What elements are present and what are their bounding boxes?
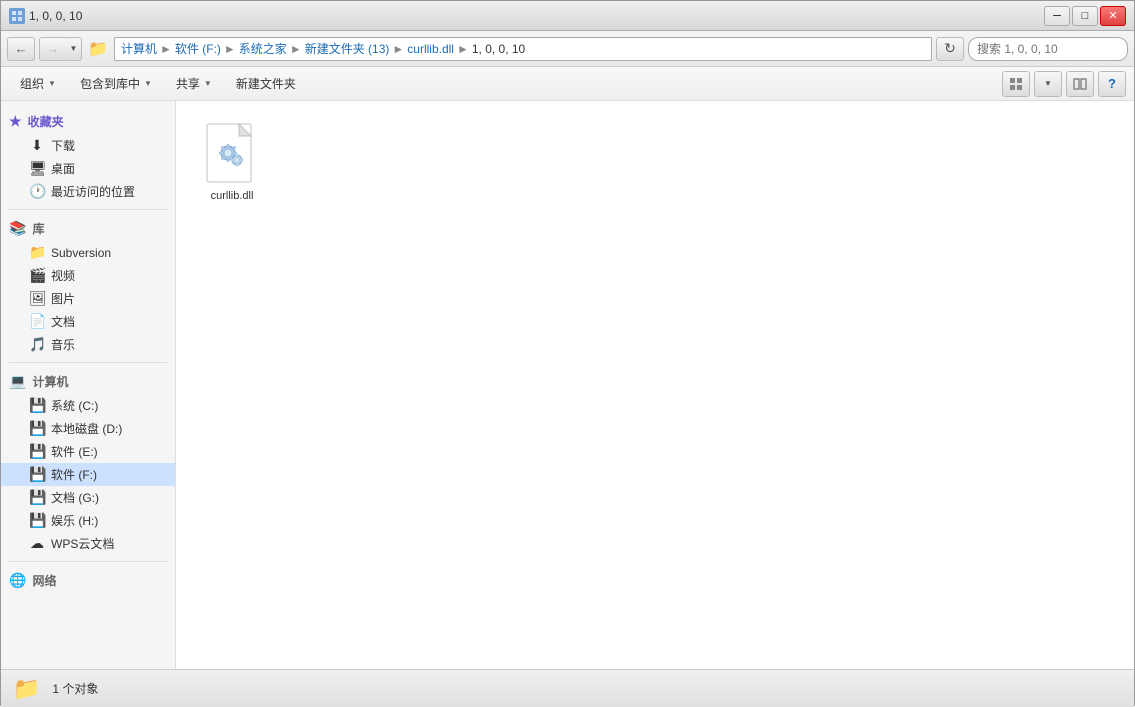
- organize-button[interactable]: 组织 ▼: [9, 71, 67, 97]
- window-icon: [9, 8, 25, 24]
- recent-icon: 🕐: [29, 183, 45, 200]
- share-button[interactable]: 共享 ▼: [165, 71, 223, 97]
- back-button[interactable]: ←: [7, 37, 35, 61]
- drive-c-icon: 💾: [29, 397, 45, 414]
- nav-dropdown[interactable]: ▼: [66, 37, 82, 61]
- sidebar-item-desktop[interactable]: 🖥 桌面: [1, 157, 175, 180]
- library-header[interactable]: 📚 库: [1, 216, 175, 241]
- toolbar: 组织 ▼ 包含到库中 ▼ 共享 ▼ 新建文件夹 ▼ ?: [1, 67, 1134, 101]
- video-icon: 🎬: [29, 267, 45, 284]
- computer-header[interactable]: 💻 计算机: [1, 369, 175, 394]
- download-icon: ⬇: [29, 137, 45, 154]
- sidebar-item-c[interactable]: 💾 系统 (C:): [1, 394, 175, 417]
- music-icon: 🎵: [29, 336, 45, 353]
- sep1: ►: [160, 42, 172, 56]
- title-text: 1, 0, 0, 10: [29, 9, 82, 23]
- wps-icon: ☁: [29, 535, 45, 552]
- sidebar-item-f[interactable]: 💾 软件 (F:): [1, 463, 175, 486]
- subversion-icon: 📁: [29, 244, 45, 261]
- include-library-button[interactable]: 包含到库中 ▼: [69, 71, 163, 97]
- status-count: 1 个对象: [52, 680, 98, 697]
- sidebar-item-music[interactable]: 🎵 音乐: [1, 333, 175, 356]
- sidebar-item-pictures[interactable]: 🖼 图片: [1, 287, 175, 310]
- breadcrumb-drive[interactable]: 软件 (F:): [175, 40, 221, 57]
- new-folder-button[interactable]: 新建文件夹: [225, 71, 307, 97]
- file-icon-wrapper: [202, 121, 262, 186]
- view-dropdown[interactable]: ▼: [1034, 71, 1062, 97]
- breadcrumb-file[interactable]: curllib.dll: [407, 42, 454, 56]
- divider1: [9, 209, 167, 210]
- favorites-header[interactable]: ★ 收藏夹: [1, 109, 175, 134]
- sep5: ►: [457, 42, 469, 56]
- computer-section: 💻 计算机 💾 系统 (C:) 💾 本地磁盘 (D:) 💾 软件 (E:) 💾 …: [1, 369, 175, 555]
- forward-button[interactable]: →: [39, 37, 67, 61]
- sidebar-item-d[interactable]: 💾 本地磁盘 (D:): [1, 417, 175, 440]
- toolbar-right: ▼ ?: [1002, 71, 1126, 97]
- breadcrumb-folder1[interactable]: 系统之家: [239, 40, 287, 57]
- computer-icon: 💻: [9, 373, 26, 390]
- drive-g-icon: 💾: [29, 489, 45, 506]
- status-folder-icon: 📁: [13, 676, 40, 702]
- sidebar-item-recent[interactable]: 🕐 最近访问的位置: [1, 180, 175, 203]
- library-section: 📚 库 📁 Subversion 🎬 视频 🖼 图片 📄 文档 🎵 音乐: [1, 216, 175, 356]
- sidebar-item-video[interactable]: 🎬 视频: [1, 264, 175, 287]
- drive-f-icon: 💾: [29, 466, 45, 483]
- sidebar-item-e[interactable]: 💾 软件 (E:): [1, 440, 175, 463]
- drive-h-icon: 💾: [29, 512, 45, 529]
- library-icon: 📚: [9, 220, 26, 237]
- minimize-button[interactable]: ─: [1044, 6, 1070, 26]
- help-button[interactable]: ?: [1098, 71, 1126, 97]
- breadcrumb-bar: 计算机 ► 软件 (F:) ► 系统之家 ► 新建文件夹 (13) ► curl…: [114, 37, 932, 61]
- divider3: [9, 561, 167, 562]
- dll-file-icon: [205, 122, 259, 186]
- title-bar: 1, 0, 0, 10 ─ □ ✕: [1, 1, 1134, 31]
- network-icon: 🌐: [9, 572, 26, 589]
- search-bar[interactable]: 🔍: [968, 37, 1128, 61]
- sidebar-item-subversion[interactable]: 📁 Subversion: [1, 241, 175, 264]
- drive-e-icon: 💾: [29, 443, 45, 460]
- breadcrumb-computer[interactable]: 计算机: [121, 40, 157, 57]
- sidebar-item-documents[interactable]: 📄 文档: [1, 310, 175, 333]
- network-section: 🌐 网络: [1, 568, 175, 593]
- sep3: ►: [290, 42, 302, 56]
- breadcrumb-folder2[interactable]: 新建文件夹 (13): [305, 40, 390, 57]
- pictures-icon: 🖼: [29, 290, 45, 307]
- drive-d-icon: 💾: [29, 420, 45, 437]
- search-input[interactable]: [977, 42, 1132, 56]
- refresh-button[interactable]: ↻: [936, 37, 964, 61]
- folder-address-icon: 📁: [86, 37, 110, 61]
- title-bar-left: 1, 0, 0, 10: [9, 8, 82, 24]
- pane-button[interactable]: [1066, 71, 1094, 97]
- window-controls: ─ □ ✕: [1044, 6, 1126, 26]
- sidebar: ★ 收藏夹 ⬇ 下载 🖥 桌面 🕐 最近访问的位置 📚 库: [1, 101, 176, 669]
- network-header[interactable]: 🌐 网络: [1, 568, 175, 593]
- file-item-dll[interactable]: curllib.dll: [192, 117, 272, 206]
- sidebar-item-h[interactable]: 💾 娱乐 (H:): [1, 509, 175, 532]
- documents-icon: 📄: [29, 313, 45, 330]
- divider2: [9, 362, 167, 363]
- favorites-icon: ★: [9, 113, 22, 130]
- sidebar-item-download[interactable]: ⬇ 下载: [1, 134, 175, 157]
- sidebar-item-wps[interactable]: ☁ WPS云文档: [1, 532, 175, 555]
- close-button[interactable]: ✕: [1100, 6, 1126, 26]
- address-bar: ← → ▼ 📁 计算机 ► 软件 (F:) ► 系统之家 ► 新建文件夹 (13…: [1, 31, 1134, 67]
- favorites-section: ★ 收藏夹 ⬇ 下载 🖥 桌面 🕐 最近访问的位置: [1, 109, 175, 203]
- library-arrow: ▼: [144, 79, 152, 88]
- sep4: ►: [392, 42, 404, 56]
- main-area: ★ 收藏夹 ⬇ 下载 🖥 桌面 🕐 最近访问的位置 📚 库: [1, 101, 1134, 669]
- breadcrumb-current: 1, 0, 0, 10: [472, 42, 525, 56]
- desktop-icon: 🖥: [29, 160, 45, 177]
- status-bar: 📁 1 个对象: [1, 669, 1134, 707]
- maximize-button[interactable]: □: [1072, 6, 1098, 26]
- organize-arrow: ▼: [48, 79, 56, 88]
- share-arrow: ▼: [204, 79, 212, 88]
- content-area: curllib.dll: [176, 101, 1134, 669]
- sep2: ►: [224, 42, 236, 56]
- file-label: curllib.dll: [211, 190, 254, 202]
- sidebar-item-g[interactable]: 💾 文档 (G:): [1, 486, 175, 509]
- view-button[interactable]: [1002, 71, 1030, 97]
- file-grid: curllib.dll: [192, 117, 1118, 206]
